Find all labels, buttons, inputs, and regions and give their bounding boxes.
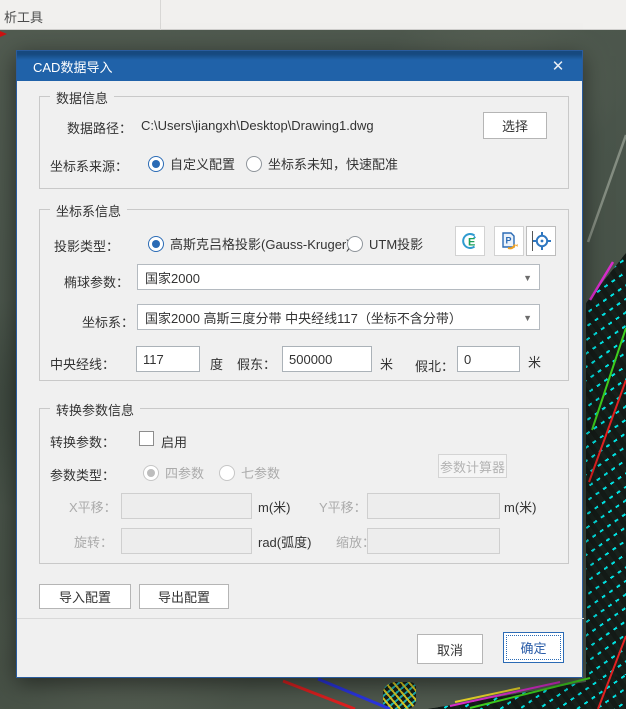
rotate-label: 旋转： (74, 532, 113, 551)
group-crs-info: 坐标系信息 投影类型： 高斯克吕格投影(Gauss-Kruger) UTM投影 … (39, 209, 569, 381)
projection-type-label: 投影类型： (54, 236, 119, 255)
epsg-search-icon: E (460, 231, 480, 251)
radio-utm-dot (347, 236, 363, 252)
menu-item-analysis-tools[interactable]: 析工具 (4, 7, 43, 26)
import-config-button[interactable]: 导入配置 (39, 584, 131, 609)
group-transform-info-legend: 转换参数信息 (50, 400, 140, 419)
radio-gauss-kruger-dot (148, 236, 164, 252)
footer-divider (17, 618, 584, 619)
menu-bar: 析工具 (0, 0, 626, 30)
radio-custom-config-dot (148, 156, 164, 172)
screen: 析工具 CAD数据导入 ✕ 数据信息 数据路径： (0, 0, 626, 709)
svg-text:E: E (468, 237, 475, 249)
dx-unit: m(米) (258, 497, 291, 516)
radio-custom-config[interactable]: 自定义配置 (148, 154, 235, 173)
false-north-label: 假北： (415, 356, 454, 375)
false-east-unit: 米 (380, 354, 393, 373)
cad-feature-cluster (383, 682, 416, 709)
dy-input (367, 493, 500, 519)
radio-gauss-kruger[interactable]: 高斯克吕格投影(Gauss-Kruger) (148, 234, 351, 253)
ok-button[interactable]: 确定 (503, 632, 564, 663)
false-north-unit: 米 (528, 352, 541, 371)
choose-file-button[interactable]: 选择 (483, 112, 547, 139)
menu-divider (160, 0, 161, 30)
ellipsoid-label: 椭球参数： (64, 272, 129, 291)
cad-hatch-layer-right (586, 253, 626, 709)
close-icon[interactable]: ✕ (544, 55, 572, 77)
ellipsoid-selected-value: 国家2000 (145, 268, 200, 287)
param-calculator-button: 参数计算器 (438, 454, 507, 478)
group-data-info: 数据信息 数据路径： C:\Users\jiangxh\Desktop\Draw… (39, 96, 569, 189)
group-data-info-legend: 数据信息 (50, 88, 114, 107)
radio-four-param-dot (143, 465, 159, 481)
radio-seven-param-dot (219, 465, 235, 481)
crs-source-label: 坐标系来源： (50, 156, 128, 175)
radio-unknown-crs-dot (246, 156, 262, 172)
cancel-button[interactable]: 取消 (417, 634, 483, 664)
group-crs-info-legend: 坐标系信息 (50, 201, 127, 220)
central-meridian-label: 中央经线： (50, 354, 115, 373)
radio-seven-param: 七参数 (219, 463, 280, 482)
ellipsoid-select[interactable]: 国家2000 ▼ (137, 264, 540, 290)
group-transform-info: 转换参数信息 转换参数： 启用 参数类型： 四参数 七参数 参数计算器 X平移：… (39, 408, 569, 564)
rotate-input (121, 528, 252, 554)
radio-four-param: 四参数 (143, 463, 204, 482)
crs-selected-value: 国家2000 高斯三度分带 中央经线117（坐标不含分带） (145, 308, 462, 327)
central-meridian-unit: 度 (210, 354, 223, 373)
map-red-marker (0, 31, 7, 37)
svg-text:P: P (506, 236, 512, 246)
radio-unknown-crs-label: 坐标系未知，快速配准 (268, 154, 398, 173)
chevron-down-icon: ▼ (523, 313, 532, 323)
false-east-input[interactable] (282, 346, 372, 372)
central-meridian-input[interactable] (136, 346, 200, 372)
enable-checkbox[interactable] (139, 431, 154, 446)
false-north-input[interactable] (457, 346, 520, 372)
crs-select[interactable]: 国家2000 高斯三度分带 中央经线117（坐标不含分带） ▼ (137, 304, 540, 330)
export-config-button[interactable]: 导出配置 (139, 584, 229, 609)
crs-pick-on-map-button[interactable] (526, 226, 556, 256)
cad-import-dialog: CAD数据导入 ✕ 数据信息 数据路径： C:\Users\jiangxh\De… (16, 50, 583, 678)
scale-input (367, 528, 500, 554)
radio-utm[interactable]: UTM投影 (347, 234, 423, 253)
file-import-icon: P (499, 231, 519, 251)
radio-custom-config-label: 自定义配置 (170, 154, 235, 173)
radio-seven-param-label: 七参数 (241, 463, 280, 482)
chevron-down-icon: ▼ (523, 273, 532, 283)
crosshair-target-icon (530, 230, 552, 252)
dy-label: Y平移： (319, 497, 367, 516)
transform-param-label: 转换参数： (50, 432, 115, 451)
data-path-value: C:\Users\jiangxh\Desktop\Drawing1.dwg (141, 118, 374, 133)
radio-utm-label: UTM投影 (369, 234, 423, 253)
crs-query-button[interactable]: E (455, 226, 485, 256)
data-path-label: 数据路径： (67, 118, 132, 137)
radio-four-param-label: 四参数 (165, 463, 204, 482)
dialog-titlebar[interactable]: CAD数据导入 ✕ (17, 51, 582, 81)
crs-label: 坐标系： (82, 312, 134, 331)
dx-label: X平移： (69, 497, 117, 516)
rotate-unit: rad(弧度) (258, 532, 311, 551)
false-east-label: 假东： (237, 354, 276, 373)
dy-unit: m(米) (504, 497, 537, 516)
dx-input (121, 493, 252, 519)
enable-label: 启用 (161, 432, 187, 451)
dialog-title: CAD数据导入 (33, 57, 112, 76)
radio-unknown-crs[interactable]: 坐标系未知，快速配准 (246, 154, 398, 173)
crs-import-file-button[interactable]: P (494, 226, 524, 256)
param-type-label: 参数类型： (50, 465, 115, 484)
radio-gauss-kruger-label: 高斯克吕格投影(Gauss-Kruger) (170, 234, 351, 253)
